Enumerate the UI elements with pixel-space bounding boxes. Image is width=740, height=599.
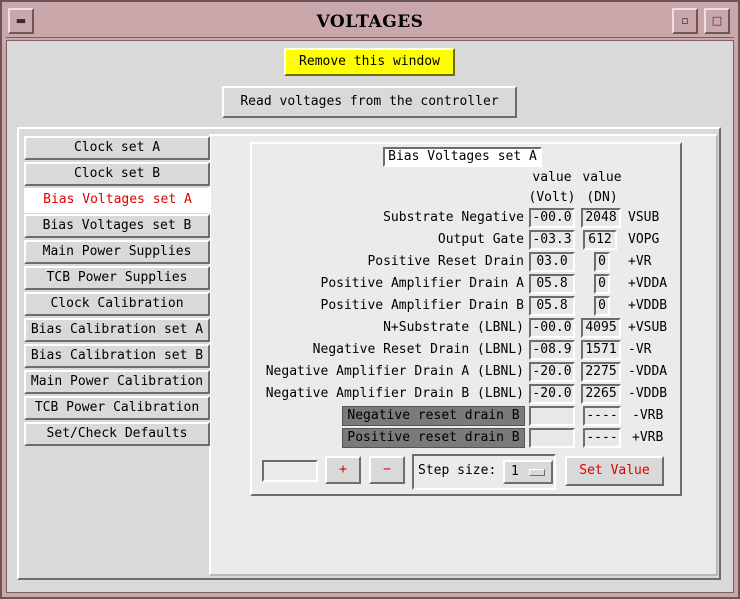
volt-value-field[interactable]: -08.9 [529,340,575,360]
disabled-row-label: Positive reset drain B [342,428,525,448]
row-unit-label: -VR [628,342,652,357]
column-header-volt-unit: (Volt) [528,190,576,205]
row-unit-label: VOPG [628,232,660,247]
row-label: N+Substrate (LBNL) [383,320,524,335]
row-unit-label: -VDDA [628,364,668,379]
tab-bias-voltages-set-b[interactable]: Bias Voltages set B [24,214,210,238]
tab-set-check-defaults[interactable]: Set/Check Defaults [24,422,210,446]
increment-button[interactable]: + [325,456,361,484]
step-size-value: 1 [511,464,519,479]
row-unit-label: +VRB [632,430,664,445]
tab-bias-voltages-set-a[interactable]: Bias Voltages set A [24,188,211,213]
dn-value-field[interactable]: 4095 [581,318,621,338]
step-size-label: Step size: [418,463,497,478]
dropdown-indicator-icon [529,469,545,476]
tab-clock-set-a[interactable]: Clock set A [24,136,210,160]
tab-bias-calibration-set-b[interactable]: Bias Calibration set B [24,344,210,368]
row-unit-label: +VSUB [628,320,668,335]
step-size-menu[interactable]: 1 [503,460,553,484]
volt-value-field[interactable]: -20.0 [529,384,575,404]
volt-value-field[interactable] [529,406,575,426]
row-unit-label: -VDDB [628,386,668,401]
tab-clock-set-b[interactable]: Clock set B [24,162,210,186]
tab-bias-calibration-set-a[interactable]: Bias Calibration set A [24,318,210,342]
column-header-volt: value [532,170,572,185]
dn-value-field[interactable]: 0 [594,296,610,316]
dn-value-field[interactable]: 0 [594,252,610,272]
read-voltages-button[interactable]: Read voltages from the controller [222,86,517,118]
volt-value-field[interactable]: 05.8 [529,274,575,294]
dn-value-field[interactable]: 0 [594,274,610,294]
dn-value-field[interactable]: 2275 [581,362,621,382]
volt-value-field[interactable]: -20.0 [529,362,575,382]
volt-value-field[interactable]: -00.0 [529,208,575,228]
volt-value-field[interactable]: -00.0 [529,318,575,338]
row-label: Negative Amplifier Drain B (LBNL) [265,386,524,401]
column-header-dn-unit: (DN) [586,190,618,205]
volt-value-field[interactable]: 05.8 [529,296,575,316]
dn-value-field[interactable]: ---- [583,406,621,426]
set-value-button[interactable]: Set Value [565,456,664,486]
dn-value-field[interactable]: 612 [583,230,617,250]
dn-value-field[interactable]: 2048 [581,208,621,228]
row-unit-label: -VRB [632,408,664,423]
value-entry[interactable] [262,460,318,482]
row-label: Negative Reset Drain (LBNL) [312,342,524,357]
row-label: Positive Amplifier Drain A [320,276,525,291]
row-label: Positive Reset Drain [367,254,524,269]
remove-window-button[interactable]: Remove this window [284,48,455,76]
row-unit-label: +VDDB [628,298,668,313]
row-label: Output Gate [437,232,524,247]
row-label: Positive Amplifier Drain B [320,298,525,313]
window-title: VOLTAGES [316,12,424,32]
volt-value-field[interactable] [529,428,575,448]
tab-main-power-supplies[interactable]: Main Power Supplies [24,240,210,264]
column-header-dn: value [582,170,622,185]
dn-value-field[interactable]: ---- [583,428,621,448]
tab-tcb-power-supplies[interactable]: TCB Power Supplies [24,266,210,290]
volt-value-field[interactable]: -03.3 [529,230,575,250]
row-unit-label: +VR [628,254,652,269]
row-unit-label: VSUB [628,210,660,225]
row-label: Substrate Negative [383,210,524,225]
group-title: Bias Voltages set A [383,147,542,167]
tab-main-power-calibration[interactable]: Main Power Calibration [24,370,210,394]
row-unit-label: +VDDA [628,276,668,291]
tab-tcb-power-calibration[interactable]: TCB Power Calibration [24,396,210,420]
disabled-row-label: Negative reset drain B [342,406,525,426]
tab-clock-calibration[interactable]: Clock Calibration [24,292,210,316]
decrement-button[interactable]: − [369,456,405,484]
volt-value-field[interactable]: 03.0 [529,252,575,272]
row-label: Negative Amplifier Drain A (LBNL) [265,364,524,379]
dn-value-field[interactable]: 2265 [581,384,621,404]
dn-value-field[interactable]: 1571 [581,340,621,360]
